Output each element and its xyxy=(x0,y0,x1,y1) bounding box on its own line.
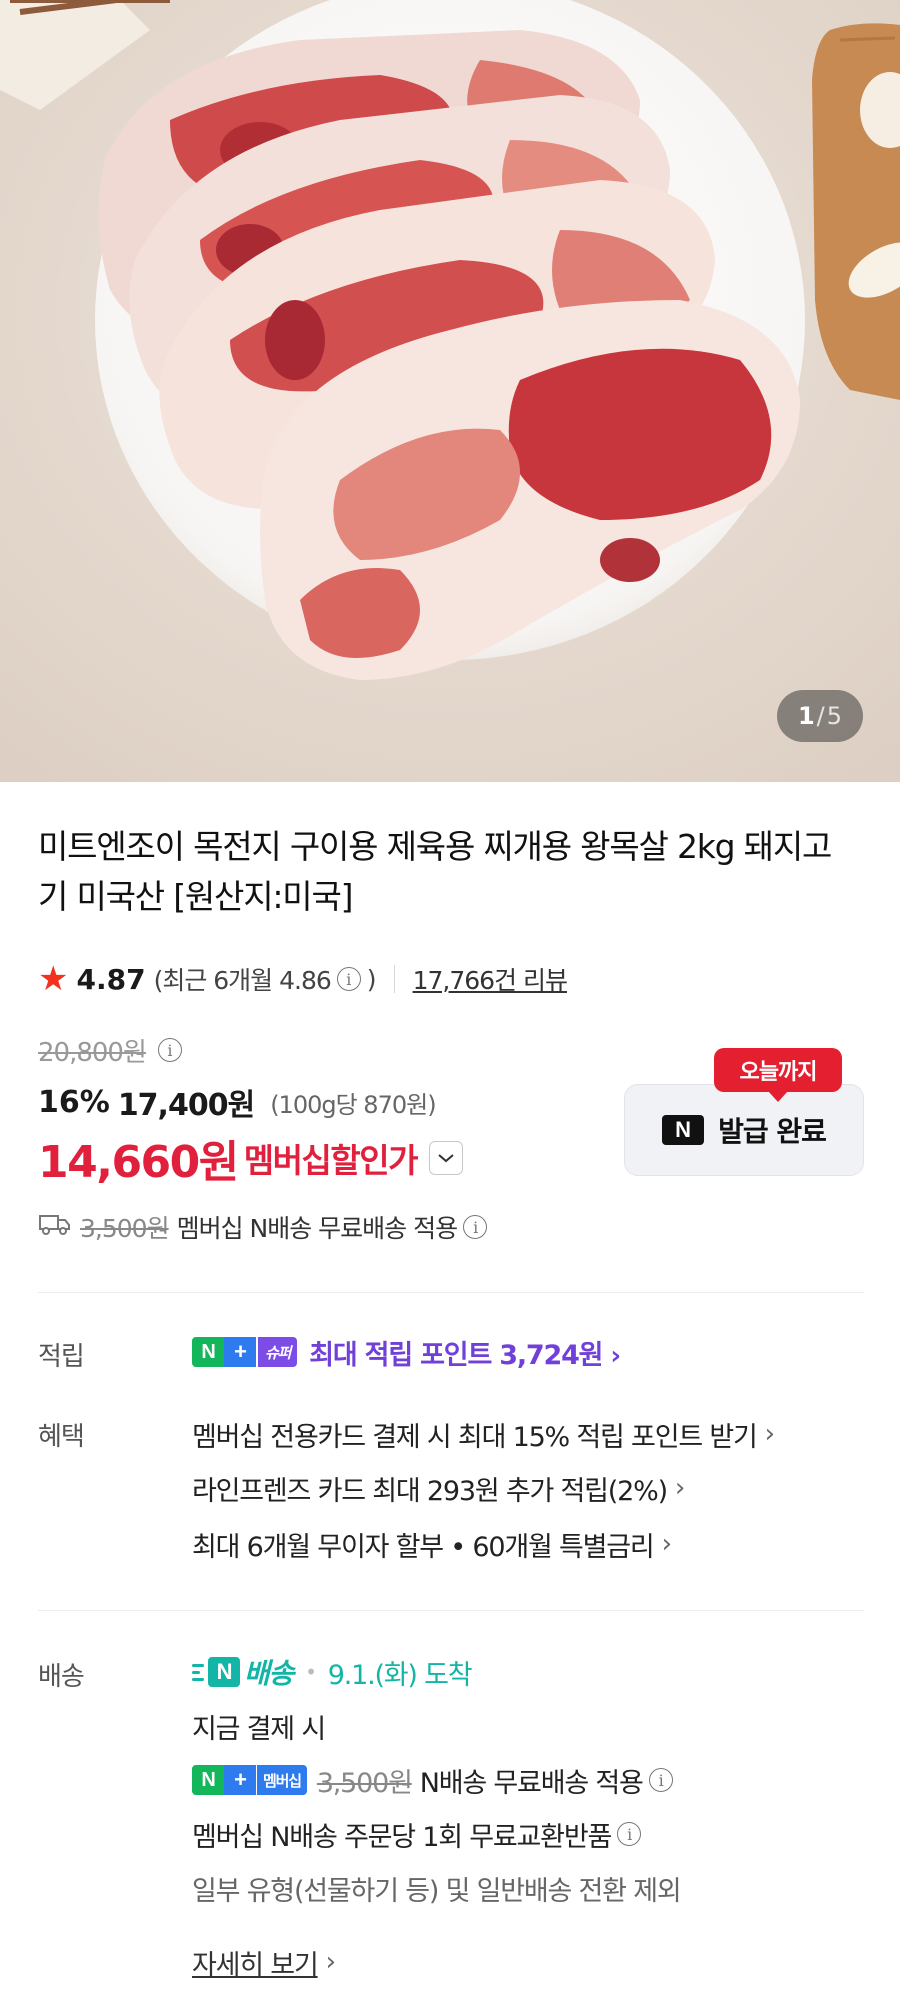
review-count-link[interactable]: 17,766건 리뷰 xyxy=(413,961,568,997)
coupon-issued-button[interactable]: N 발급 완료 xyxy=(624,1084,864,1176)
benefit-item[interactable]: 멤버십 전용카드 결제 시 최대 15% 적립 포인트 받기 › xyxy=(192,1412,775,1456)
shipping-fee-row: 3,500원 멤버십 N배송 무료배송 적용 i xyxy=(38,1206,493,1248)
chevron-right-icon: › xyxy=(610,1340,621,1371)
detail-link-row[interactable]: 자세히 보기 › xyxy=(192,1940,336,1984)
arrival-date: 9.1.(화) 도착 xyxy=(327,1659,473,1691)
speed-lines-icon xyxy=(192,1663,204,1681)
chevron-right-icon: › xyxy=(674,1473,685,1503)
n-delivery-text: 배송 xyxy=(244,1657,294,1690)
naver-n-badge: N xyxy=(192,1765,224,1795)
unit-price: (100g당 870원) xyxy=(270,1090,436,1119)
sale-price: 17,400원 xyxy=(117,1088,255,1123)
rating-recent-close: ) xyxy=(366,964,377,994)
benefit-item[interactable]: 최대 6개월 무이자 할부 • 60개월 특별금리 › xyxy=(192,1522,672,1566)
member-price-row: 14,660원 멤버십할인가 xyxy=(38,1128,463,1188)
pay-now-text: 지금 결제 시 xyxy=(192,1713,326,1745)
delivery-label: 배송 xyxy=(38,1662,85,1692)
info-icon[interactable]: i xyxy=(648,1768,673,1792)
benefit-text: 멤버십 전용카드 결제 시 최대 15% 적립 포인트 받기 xyxy=(192,1421,758,1453)
info-icon[interactable]: i xyxy=(617,1822,642,1846)
coupon-widget: 오늘까지 N 발급 완료 xyxy=(624,1048,864,1176)
info-icon[interactable]: i xyxy=(463,1215,488,1239)
image-pager: 1 / 5 xyxy=(777,690,863,742)
pork-neck-photo xyxy=(0,0,900,782)
rating-recent: (최근 6개월 4.86 xyxy=(153,966,332,995)
free-shipping-text: N배송 무료배송 적용 xyxy=(419,1767,644,1799)
member-price: 14,660원 xyxy=(38,1137,239,1188)
section-divider xyxy=(38,1610,864,1611)
sale-price-row: 16% 17,400원 (100g당 870원) xyxy=(38,1078,437,1126)
exchange-row: 멤버십 N배송 주문당 1회 무료교환반품 i xyxy=(192,1812,647,1856)
max-point-text: 최대 적립 포인트 3,724원 › xyxy=(309,1333,621,1372)
super-badge: 슈퍼 xyxy=(258,1337,298,1367)
original-price: 20,800원 xyxy=(38,1037,147,1068)
benefit-text: 라인프렌즈 카드 최대 293원 추가 적립(2%) xyxy=(192,1475,668,1507)
divider xyxy=(393,965,395,993)
pager-total: 5 xyxy=(826,702,843,730)
product-image[interactable]: 1 / 5 xyxy=(0,0,900,782)
separator-dot: • xyxy=(305,1660,317,1684)
coupon-deadline-tag: 오늘까지 xyxy=(714,1048,842,1102)
points-row[interactable]: N + 슈퍼 최대 적립 포인트 3,724원 › xyxy=(192,1330,621,1374)
free-exchange-text: 멤버십 N배송 주문당 1회 무료교환반품 xyxy=(192,1821,612,1853)
chevron-down-icon[interactable] xyxy=(428,1141,463,1175)
pager-current: 1 xyxy=(797,702,815,730)
pager-separator: / xyxy=(816,702,825,730)
membership-badge: 멤버십 xyxy=(257,1765,307,1795)
original-price-row: 20,800원 i xyxy=(38,1030,188,1070)
detail-link[interactable]: 자세히 보기 xyxy=(192,1943,319,1982)
chevron-right-icon: › xyxy=(764,1419,775,1449)
naver-n-icon: N xyxy=(662,1115,705,1145)
benefit-text: 최대 6개월 무이자 할부 • 60개월 특별금리 xyxy=(192,1531,655,1563)
shipping-fee-original: 3,500원 xyxy=(80,1214,170,1243)
info-icon[interactable]: i xyxy=(157,1038,182,1062)
n-delivery-logo: N 배송 xyxy=(192,1652,294,1692)
delivery-arrival-row: N 배송 • 9.1.(화) 도착 xyxy=(192,1650,473,1694)
points-label: 적립 xyxy=(38,1342,85,1372)
truck-icon xyxy=(38,1212,72,1242)
naver-n-badge: N xyxy=(192,1337,224,1367)
free-shipping-row: N + 멤버십 3,500원 N배송 무료배송 적용 i xyxy=(192,1758,679,1802)
benefits-label: 혜택 xyxy=(38,1422,85,1452)
info-icon[interactable]: i xyxy=(336,967,361,991)
product-title: 미트엔조이 목전지 구이용 제육용 찌개용 왕목살 2kg 돼지고기 미국산 [… xyxy=(38,827,832,916)
chevron-right-icon: › xyxy=(661,1529,672,1559)
shipping-fee-text: 멤버십 N배송 무료배송 적용 xyxy=(176,1214,459,1243)
max-point-label: 최대 적립 포인트 3,724원 xyxy=(309,1339,603,1371)
member-price-label: 멤버십할인가 xyxy=(243,1141,419,1180)
rating-score: 4.87 xyxy=(76,962,146,996)
star-icon: ★ xyxy=(38,959,69,999)
rating-row: ★ 4.87 (최근 6개월 4.86 i ) 17,766건 리뷰 xyxy=(38,956,568,1002)
discount-rate: 16% xyxy=(38,1084,110,1120)
section-divider xyxy=(38,1292,864,1293)
delivery-fee-original: 3,500원 xyxy=(316,1767,413,1799)
benefit-item[interactable]: 라인프렌즈 카드 최대 293원 추가 적립(2%) › xyxy=(192,1466,685,1510)
plus-badge: + xyxy=(224,1765,256,1795)
plus-badge: + xyxy=(224,1337,256,1367)
exclusion-text: 일부 유형(선물하기 등) 및 일반배송 전환 제외 xyxy=(192,1875,682,1907)
n-delivery-n-icon: N xyxy=(208,1657,240,1687)
chevron-right-icon: › xyxy=(325,1947,336,1977)
coupon-button-label: 발급 완료 xyxy=(718,1115,827,1148)
